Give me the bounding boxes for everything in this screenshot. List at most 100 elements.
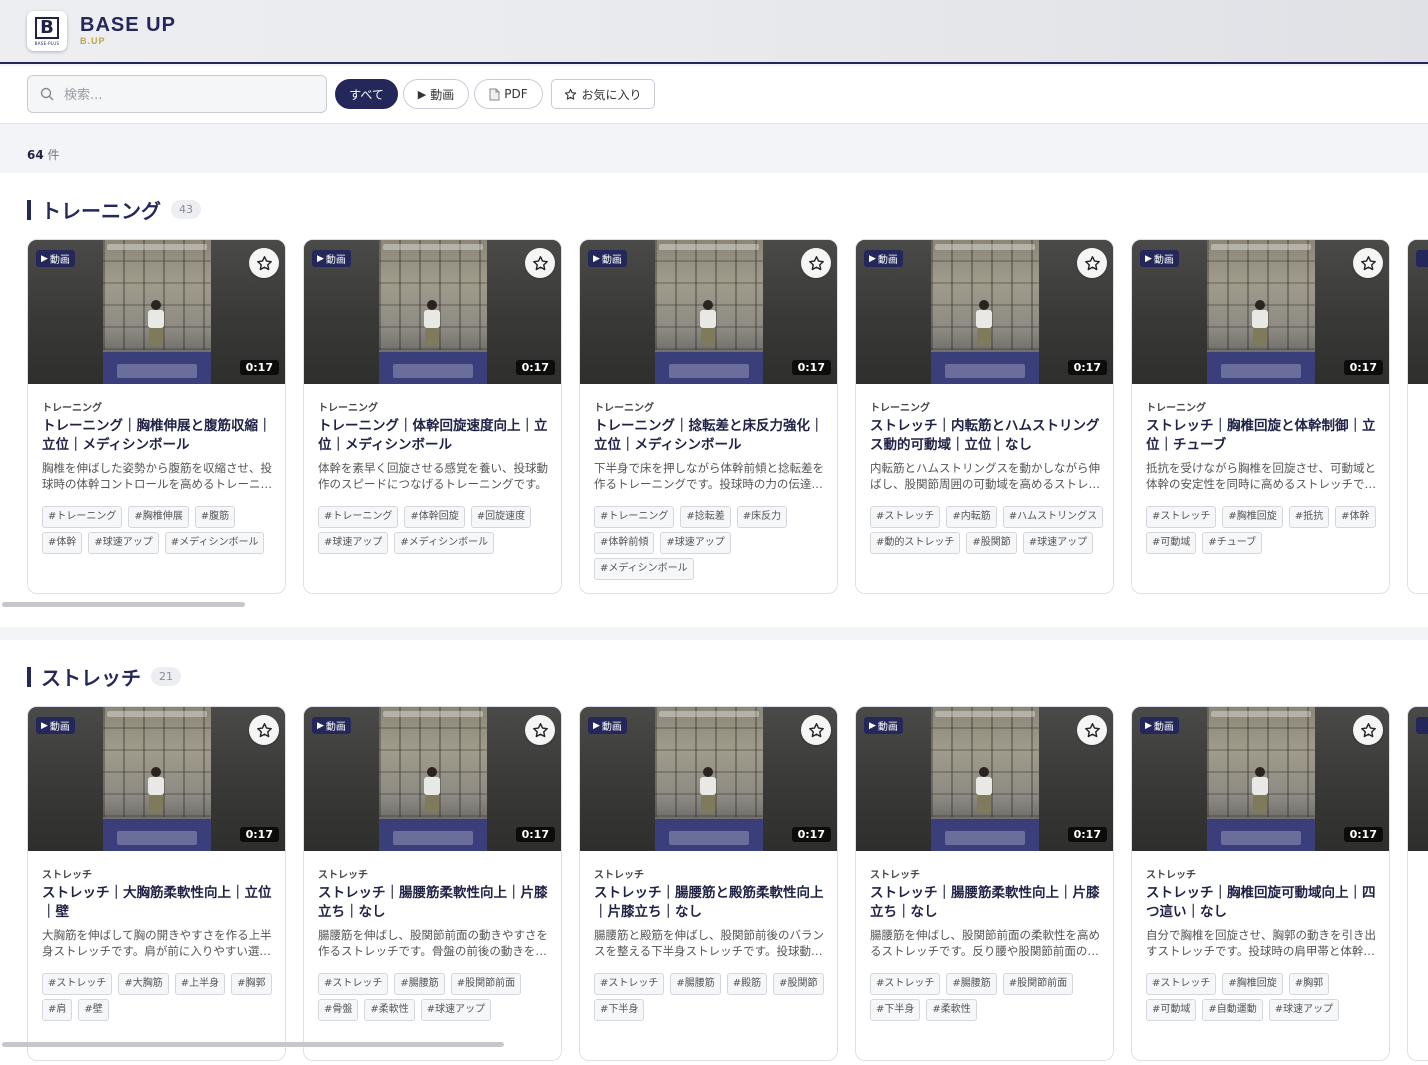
tag-chip[interactable]: #チューブ xyxy=(1202,532,1263,554)
tag-chip[interactable]: #トレーニング xyxy=(318,506,399,528)
tag-chip[interactable]: #球速アップ xyxy=(1268,999,1340,1021)
video-card[interactable]: ▶ 動画 0:17 ストレッチ ストレッチ｜大胸筋柔軟性向上｜立位｜壁 大胸筋を… xyxy=(27,706,286,1061)
tag-chip[interactable]: #胸椎回旋 xyxy=(1222,973,1283,995)
tag-chip[interactable]: #大胸筋 xyxy=(118,973,169,995)
tag-chip[interactable]: #ストレッチ xyxy=(594,973,665,995)
video-card[interactable]: ▶ 動画 0:17 トレーニング ストレッチ｜胸椎回旋と体幹制御｜立位｜チューブ… xyxy=(1131,239,1390,594)
tag-chip[interactable]: #胸郭 xyxy=(231,973,272,995)
card-title[interactable]: トレーニング｜捻転差と床反力強化｜立位｜メディシンボール xyxy=(594,417,826,455)
tag-chip[interactable]: #球速アップ xyxy=(88,532,159,554)
video-card[interactable]: ▶ 動画 0:17 ストレッチ ストレッチ｜胸椎回旋可動域向上｜四つ這い｜なし … xyxy=(1131,706,1390,1061)
tag-chip[interactable]: #ストレッチ xyxy=(1146,506,1217,528)
tag-chip[interactable]: #ストレッチ xyxy=(870,973,941,995)
video-card-partial[interactable] xyxy=(1407,239,1428,594)
video-card[interactable]: ▶ 動画 0:17 トレーニング トレーニング｜捻転差と床反力強化｜立位｜メディ… xyxy=(579,239,838,594)
card-title[interactable]: ストレッチ｜大胸筋柔軟性向上｜立位｜壁 xyxy=(42,884,274,922)
video-thumbnail[interactable]: ▶ 動画 0:17 xyxy=(28,240,285,384)
video-thumbnail[interactable]: ▶ 動画 0:17 xyxy=(304,707,561,851)
card-title[interactable]: ストレッチ｜胸椎回旋可動域向上｜四つ這い｜なし xyxy=(1146,884,1378,922)
filter-pdf-button[interactable]: PDF xyxy=(474,79,543,109)
video-thumbnail[interactable]: ▶ 動画 0:17 xyxy=(580,707,837,851)
tag-chip[interactable]: #内転筋 xyxy=(946,506,997,528)
video-thumbnail[interactable]: ▶ 動画 0:17 xyxy=(856,240,1113,384)
filter-all-button[interactable]: すべて xyxy=(335,79,398,109)
favorite-button[interactable] xyxy=(525,248,555,278)
favorite-button[interactable] xyxy=(525,715,555,745)
filter-favorites-button[interactable]: お気に入り xyxy=(551,79,655,109)
tag-chip[interactable]: #体幹前傾 xyxy=(594,532,655,554)
tag-chip[interactable]: #ハムストリングス xyxy=(1002,506,1104,528)
video-thumbnail[interactable]: ▶ 動画 0:17 xyxy=(1132,240,1389,384)
tag-chip[interactable]: #トレーニング xyxy=(42,506,123,528)
tag-chip[interactable]: #腸腰筋 xyxy=(670,973,721,995)
tag-chip[interactable]: #体幹回旋 xyxy=(404,506,465,528)
tag-chip[interactable]: #ストレッチ xyxy=(870,506,941,528)
video-card[interactable]: ▶ 動画 0:17 ストレッチ ストレッチ｜腸腰筋と殿筋柔軟性向上｜片膝立ち｜な… xyxy=(579,706,838,1061)
video-card[interactable]: ▶ 動画 0:17 トレーニング ストレッチ｜内転筋とハムストリングス動的可動域… xyxy=(855,239,1114,594)
filter-video-button[interactable]: ▶ 動画 xyxy=(403,79,469,109)
tag-chip[interactable]: #メディシンボール xyxy=(164,532,265,554)
video-thumbnail[interactable]: ▶ 動画 0:17 xyxy=(856,707,1113,851)
tag-chip[interactable]: #体幹 xyxy=(42,532,83,554)
tag-chip[interactable]: #肩 xyxy=(42,999,73,1021)
card-title[interactable]: ストレッチ｜腸腰筋柔軟性向上｜片膝立ち｜なし xyxy=(318,884,550,922)
horizontal-scrollbar[interactable] xyxy=(2,1042,504,1047)
favorite-button[interactable] xyxy=(1077,248,1107,278)
tag-chip[interactable]: #胸郭 xyxy=(1288,973,1330,995)
video-thumbnail[interactable] xyxy=(1408,240,1428,384)
tag-chip[interactable]: #可動域 xyxy=(1146,532,1197,554)
tag-chip[interactable]: #壁 xyxy=(78,999,109,1021)
tag-chip[interactable]: #回旋速度 xyxy=(470,506,532,528)
video-thumbnail[interactable]: ▶ 動画 0:17 xyxy=(580,240,837,384)
horizontal-scrollbar[interactable] xyxy=(2,602,245,607)
card-title[interactable]: トレーニング｜胸椎伸展と腹筋収縮｜立位｜メディシンボール xyxy=(42,417,274,455)
tag-chip[interactable]: #下半身 xyxy=(870,999,921,1021)
video-card-partial[interactable] xyxy=(1407,706,1428,1061)
card-title[interactable]: ストレッチ｜胸椎回旋と体幹制御｜立位｜チューブ xyxy=(1146,417,1378,455)
tag-chip[interactable]: #球速アップ xyxy=(1022,532,1094,554)
tag-chip[interactable]: #腸腰筋 xyxy=(946,973,997,995)
favorite-button[interactable] xyxy=(249,715,279,745)
tag-chip[interactable]: #体幹 xyxy=(1335,506,1376,528)
tag-chip[interactable]: #胸椎回旋 xyxy=(1222,506,1283,528)
tag-chip[interactable]: #床反力 xyxy=(736,506,788,528)
tag-chip[interactable]: #捻転差 xyxy=(680,506,731,528)
search-input[interactable] xyxy=(64,84,314,106)
tag-chip[interactable]: #メディシンボール xyxy=(594,558,694,580)
tag-chip[interactable]: #トレーニング xyxy=(594,506,675,528)
tag-chip[interactable]: #抵抗 xyxy=(1288,506,1330,528)
tag-chip[interactable]: #球速アップ xyxy=(660,532,731,554)
card-title[interactable]: ストレッチ｜腸腰筋柔軟性向上｜片膝立ち｜なし xyxy=(870,884,1102,922)
tag-chip[interactable]: #下半身 xyxy=(594,999,645,1021)
video-thumbnail[interactable]: ▶ 動画 0:17 xyxy=(28,707,285,851)
video-card[interactable]: ▶ 動画 0:17 トレーニング トレーニング｜体幹回旋速度向上｜立位｜メディシ… xyxy=(303,239,562,594)
favorite-button[interactable] xyxy=(1353,248,1383,278)
video-thumbnail[interactable]: ▶ 動画 0:17 xyxy=(1132,707,1389,851)
tag-chip[interactable]: #ストレッチ xyxy=(42,973,113,995)
favorite-button[interactable] xyxy=(801,248,831,278)
tag-chip[interactable]: #殿筋 xyxy=(726,973,768,995)
tag-chip[interactable]: #骨盤 xyxy=(318,999,359,1021)
tag-chip[interactable]: #ストレッチ xyxy=(1146,973,1217,995)
tag-chip[interactable]: #股関節 xyxy=(966,532,1017,554)
card-title[interactable]: ストレッチ｜腸腰筋と殿筋柔軟性向上｜片膝立ち｜なし xyxy=(594,884,826,922)
tag-chip[interactable]: #柔軟性 xyxy=(364,999,415,1021)
card-title[interactable]: ストレッチ｜内転筋とハムストリングス動的可動域｜立位｜なし xyxy=(870,417,1102,455)
tag-chip[interactable]: #球速アップ xyxy=(318,532,389,554)
tag-chip[interactable]: #腸腰筋 xyxy=(394,973,445,995)
video-card[interactable]: ▶ 動画 0:17 ストレッチ ストレッチ｜腸腰筋柔軟性向上｜片膝立ち｜なし 腸… xyxy=(855,706,1114,1061)
tag-chip[interactable]: #可動域 xyxy=(1146,999,1197,1021)
tag-chip[interactable]: #動的ストレッチ xyxy=(870,532,961,554)
favorite-button[interactable] xyxy=(249,248,279,278)
video-card[interactable]: ▶ 動画 0:17 トレーニング トレーニング｜胸椎伸展と腹筋収縮｜立位｜メディ… xyxy=(27,239,286,594)
tag-chip[interactable]: #球速アップ xyxy=(420,999,492,1021)
tag-chip[interactable]: #股関節前面 xyxy=(1002,973,1074,995)
card-title[interactable]: トレーニング｜体幹回旋速度向上｜立位｜メディシンボール xyxy=(318,417,550,455)
favorite-button[interactable] xyxy=(801,715,831,745)
tag-chip[interactable]: #腹筋 xyxy=(194,506,236,528)
video-thumbnail[interactable] xyxy=(1408,707,1428,851)
favorite-button[interactable] xyxy=(1353,715,1383,745)
tag-chip[interactable]: #股関節 xyxy=(773,973,824,995)
tag-chip[interactable]: #柔軟性 xyxy=(926,999,977,1021)
tag-chip[interactable]: #胸椎伸展 xyxy=(128,506,189,528)
